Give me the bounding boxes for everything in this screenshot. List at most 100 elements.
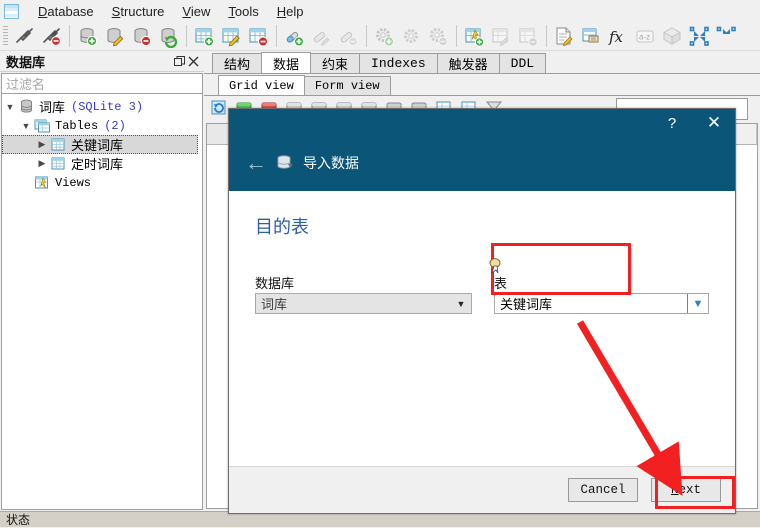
sort-az-icon[interactable]: a-z	[634, 25, 657, 48]
svg-text:a-z: a-z	[639, 32, 650, 41]
tab-ddl[interactable]: DDL	[499, 53, 546, 73]
status-label: 状态	[6, 511, 30, 528]
help-button[interactable]: ?	[651, 109, 693, 137]
tree-node-label: 关键词库	[71, 135, 123, 154]
subtab-grid-view[interactable]: Grid view	[218, 75, 305, 95]
back-arrow-icon[interactable]: ←	[243, 150, 269, 176]
close-icon[interactable]	[186, 54, 200, 68]
chevron-down-icon[interactable]: ▼	[687, 294, 708, 313]
collapse-all-icon[interactable]	[688, 25, 711, 48]
tree-node-label: 词库	[39, 97, 65, 116]
toolbar-separator	[69, 25, 70, 47]
section-title: 目的表	[255, 213, 709, 239]
disconnect-icon[interactable]	[40, 25, 63, 48]
close-icon[interactable]: ✕	[693, 109, 735, 137]
dialog-system-buttons: ? ✕	[651, 109, 735, 137]
tab-triggers[interactable]: 触发器	[437, 53, 500, 73]
index-delete-icon[interactable]	[337, 25, 360, 48]
database-select[interactable]: 词库 ▼	[255, 293, 472, 314]
expand-all-icon[interactable]	[715, 25, 738, 48]
view-edit-icon[interactable]	[490, 25, 513, 48]
database-field: 数据库 词库 ▼	[255, 273, 472, 314]
database-field-label: 数据库	[255, 273, 472, 289]
target-table-fields: 数据库 词库 ▼ 表 关键词库 ▼	[255, 273, 709, 314]
database-add-icon[interactable]	[76, 25, 99, 48]
index-edit-icon[interactable]	[310, 25, 333, 48]
index-add-icon[interactable]	[283, 25, 306, 48]
database-dock-panel: 数据库 过滤名 ▼	[0, 51, 204, 511]
tree-node-tables[interactable]: ▼ Tables (2)	[2, 116, 202, 135]
chevron-right-icon[interactable]: ▶	[34, 139, 50, 150]
main-toolbar: fx a-z	[0, 22, 760, 51]
menu-item-structure[interactable]: Structure	[103, 2, 174, 21]
view-add-icon[interactable]	[463, 25, 486, 48]
trigger-add-icon[interactable]	[373, 25, 396, 48]
function-fx-icon[interactable]: fx	[607, 25, 630, 48]
tree-node-views[interactable]: Views	[2, 173, 202, 192]
tab-indexes[interactable]: Indexes	[359, 53, 438, 73]
dialog-title: 导入数据	[303, 153, 359, 173]
svg-text:fx: fx	[608, 28, 624, 46]
table-add-icon[interactable]	[193, 25, 216, 48]
tab-data[interactable]: 数据	[261, 52, 311, 73]
dialog-header: ? ✕ ← 导入数据	[229, 109, 735, 191]
tab-constraints[interactable]: 约束	[310, 53, 360, 73]
toolbar-separator	[546, 25, 547, 47]
database-icon	[18, 99, 35, 114]
table-delete-icon[interactable]	[247, 25, 270, 48]
table-edit-icon[interactable]	[220, 25, 243, 48]
import-data-dialog: ? ✕ ← 导入数据 目的表 数据库	[228, 108, 736, 514]
menu-item-help[interactable]: Help	[268, 2, 313, 21]
tab-structure[interactable]: 结构	[212, 53, 262, 73]
toolbar-separator	[456, 25, 457, 47]
table-field: 表 关键词库 ▼	[494, 273, 709, 314]
tree-node-table-keyword[interactable]: ▶ 关键词库	[2, 135, 198, 154]
chevron-down-icon[interactable]: ▼	[2, 102, 18, 112]
tree-node-database[interactable]: ▼ 词库 (SQLite 3)	[2, 97, 202, 116]
query-editor-icon[interactable]	[553, 25, 576, 48]
table-icon	[50, 156, 67, 171]
table-icon	[50, 137, 67, 152]
database-refresh-icon[interactable]	[157, 25, 180, 48]
mouse-cursor-icon	[489, 258, 503, 277]
connect-icon[interactable]	[13, 25, 36, 48]
tree-node-label: Views	[55, 176, 91, 190]
trigger-delete-icon[interactable]	[427, 25, 450, 48]
database-delete-icon[interactable]	[130, 25, 153, 48]
tree-node-table-timed[interactable]: ▶ 定时词库	[2, 154, 202, 173]
cancel-button[interactable]: Cancel	[568, 478, 638, 502]
table-combobox[interactable]: 关键词库 ▼	[494, 293, 709, 314]
tree-node-suffix: (2)	[104, 119, 126, 133]
menu-item-database[interactable]: Database	[29, 2, 103, 21]
views-icon	[34, 175, 51, 190]
dock-title-label: 数据库	[6, 52, 45, 71]
chevron-down-icon[interactable]: ▼	[18, 121, 34, 131]
database-tree[interactable]: ▼ 词库 (SQLite 3) ▼	[1, 94, 203, 510]
next-button[interactable]: Next	[651, 478, 721, 502]
toolbar-separator	[366, 25, 367, 47]
trigger-edit-icon[interactable]	[400, 25, 423, 48]
toolbar-separator	[276, 25, 277, 47]
script-icon[interactable]	[580, 25, 603, 48]
dialog-body: 目的表 数据库 词库 ▼ 表 关键词库 ▼	[229, 191, 735, 466]
menu-item-tools[interactable]: Tools	[219, 2, 267, 21]
restore-icon[interactable]	[172, 54, 186, 68]
dock-title-bar: 数据库	[0, 51, 204, 72]
view-delete-icon[interactable]	[517, 25, 540, 48]
subtab-form-view[interactable]: Form view	[304, 76, 391, 95]
chevron-right-icon[interactable]: ▶	[34, 158, 50, 169]
database-import-icon	[275, 154, 295, 172]
filter-placeholder: 过滤名	[6, 74, 45, 93]
filter-input[interactable]: 过滤名	[1, 73, 203, 94]
menu-item-view[interactable]: View	[173, 2, 219, 21]
app-logo-icon	[4, 4, 19, 19]
toolbar-grip[interactable]	[3, 26, 8, 47]
menu-bar: Database Structure View Tools Help	[0, 0, 760, 22]
toolbar-separator	[186, 25, 187, 47]
tree-node-suffix: (SQLite 3)	[71, 100, 143, 114]
dialog-footer: Cancel Next	[229, 466, 735, 513]
module-icon[interactable]	[661, 25, 684, 48]
database-edit-icon[interactable]	[103, 25, 126, 48]
triangle-down-icon[interactable]: ▼	[451, 294, 471, 313]
editor-subtab-bar: Grid view Form view	[204, 74, 760, 96]
